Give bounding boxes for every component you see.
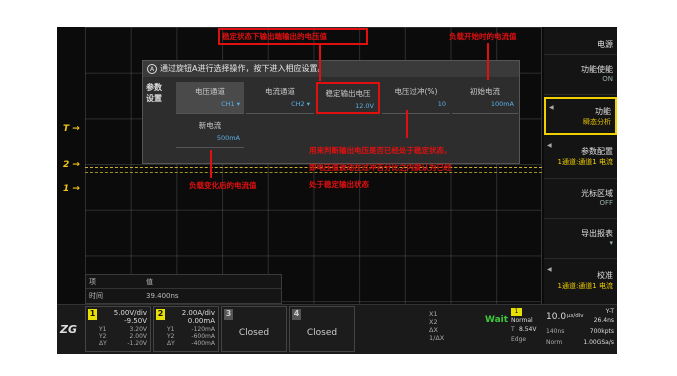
category-label: 参数 设置 bbox=[146, 83, 162, 103]
ch4-info[interactable]: 4 Closed bbox=[289, 306, 355, 352]
voltage-channel-field[interactable]: 电压通道 CH1 ▾ bbox=[176, 82, 244, 114]
left-triangle-icon: ◀ bbox=[547, 266, 552, 273]
timebase-info[interactable]: 10.0 μs/div 140ns Norm Y-T 26.4ns 700kpt… bbox=[545, 306, 617, 352]
zlg-logo: ZG bbox=[60, 323, 78, 336]
bottom-status-bar: ZG 1 5.00V/div -9.50V Y1 Y2 ΔY 3.20V 2.0… bbox=[57, 304, 617, 354]
annotation-line-top-right bbox=[487, 43, 489, 80]
chevron-down-icon: ▾ bbox=[609, 239, 613, 247]
menu-function[interactable]: ◀ 功能 瞬态分析 bbox=[544, 97, 617, 135]
ch2-marker[interactable]: 2 → bbox=[63, 160, 80, 170]
annotation-line-overshoot bbox=[406, 110, 408, 138]
annotation-overshoot-3: 处于稳定输出状态 bbox=[309, 180, 369, 189]
annotation-overshoot-2: 即电压值波动在过冲百分比之内就认为已经 bbox=[309, 163, 452, 172]
stable-output-voltage-field[interactable]: 稳定输出电压 12.0V bbox=[316, 82, 380, 114]
left-triangle-icon: ◀ bbox=[549, 104, 554, 111]
measurement-table: 项 值 时间 39.400ns bbox=[85, 274, 282, 304]
new-current-field[interactable]: 新电流 500mA bbox=[176, 116, 244, 148]
trigger-level-marker[interactable]: T → bbox=[63, 124, 80, 134]
dialog-header: A 通过旋钮A进行选择操作，按下进入相应设置。 bbox=[143, 61, 519, 77]
initial-current-field[interactable]: 初始电流 100mA bbox=[452, 82, 518, 114]
menu-param-config[interactable]: ◀ 参数配置 1通道:通道1 电流 bbox=[544, 137, 617, 179]
annotation-new-current: 负载变化后的电流值 bbox=[189, 181, 257, 190]
cursor-readout: X1 X2 ΔX 1/ΔX bbox=[429, 310, 445, 342]
trigger-info[interactable]: 1 Normal T 8.54V Edge bbox=[509, 306, 543, 352]
right-menu-panel: 电源 功能使能 ON ◀ 功能 瞬态分析 ◀ 参数配置 1通道:通道1 电流 光… bbox=[544, 27, 617, 304]
menu-function-enable[interactable]: 功能使能 ON bbox=[544, 55, 617, 95]
annotation-line-top bbox=[319, 45, 321, 81]
menu-export-report[interactable]: 导出报表 ▾ bbox=[544, 219, 617, 259]
left-triangle-icon: ◀ bbox=[547, 142, 552, 149]
acquisition-status: Wait bbox=[485, 315, 509, 325]
voltage-overshoot-field[interactable]: 电压过冲(%) 10 bbox=[382, 82, 450, 114]
knob-a-icon: A bbox=[147, 63, 157, 74]
menu-cursor-region[interactable]: 光标区域 OFF bbox=[544, 179, 617, 219]
ch1-info[interactable]: 1 5.00V/div -9.50V Y1 Y2 ΔY 3.20V 2.00V … bbox=[85, 306, 151, 352]
annotation-line-new-current bbox=[210, 150, 212, 178]
annotation-initial-current: 负载开始时的电流值 bbox=[449, 32, 517, 41]
menu-title: 电源 bbox=[544, 31, 617, 55]
menu-calibrate[interactable]: ◀ 校准 1通道:通道1 电流 bbox=[544, 261, 617, 303]
oscilloscope-screen: T → 2 → 1 → 电源 功能使能 ON ◀ 功能 瞬态分析 ◀ 参数配置 … bbox=[57, 27, 617, 354]
dialog-header-text: 通过旋钮A进行选择操作，按下进入相应设置。 bbox=[160, 64, 326, 73]
table-header-row: 项 值 bbox=[86, 275, 281, 289]
annotation-stable-voltage: 稳定状态下输出端输出的电压值 bbox=[222, 32, 327, 41]
ch1-marker[interactable]: 1 → bbox=[63, 184, 80, 194]
annotation-overshoot-1: 用来判断输出电压是否已经处于稳定状态， bbox=[309, 146, 452, 155]
ch3-info[interactable]: 3 Closed bbox=[221, 306, 287, 352]
current-channel-field[interactable]: 电流通道 CH2 ▾ bbox=[246, 82, 314, 114]
table-row: 时间 39.400ns bbox=[89, 292, 179, 300]
ch2-info[interactable]: 2 2.00A/div 0.00mA Y1 Y2 ΔY -120mA -600m… bbox=[153, 306, 219, 352]
